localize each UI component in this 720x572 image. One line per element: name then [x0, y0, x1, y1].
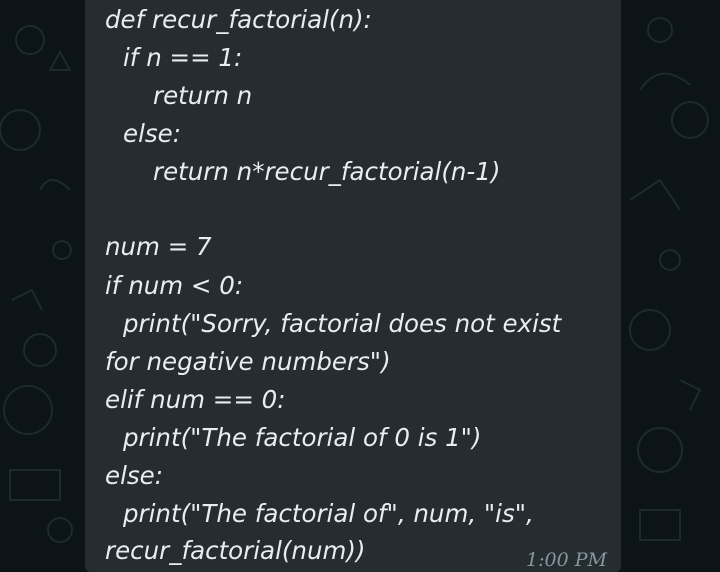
- code-line: return n: [153, 81, 253, 110]
- code-line: def recur_factorial(n):: [105, 5, 372, 34]
- code-line: print("The factorial of", num, "is",: [123, 499, 534, 528]
- code-line: print("Sorry, factorial does not exist: [123, 309, 562, 338]
- code-line: else:: [123, 119, 181, 148]
- code-line: if n == 1:: [123, 43, 243, 72]
- message-timestamp: 1:00 PM: [526, 549, 607, 571]
- code-line: for negative numbers"): [105, 347, 391, 376]
- code-line: num = 7: [105, 232, 212, 261]
- code-line: if num < 0:: [105, 271, 244, 300]
- code-line: else:: [105, 461, 163, 490]
- code-line: print("The factorial of 0 is 1"): [123, 423, 482, 452]
- code-line: recur_factorial(num)): [105, 536, 366, 565]
- message-bubble[interactable]: def recur_factorial(n): if n == 1: retur…: [85, 0, 621, 572]
- code-line: elif num == 0:: [105, 385, 286, 414]
- code-line: return n*recur_factorial(n-1): [153, 157, 501, 186]
